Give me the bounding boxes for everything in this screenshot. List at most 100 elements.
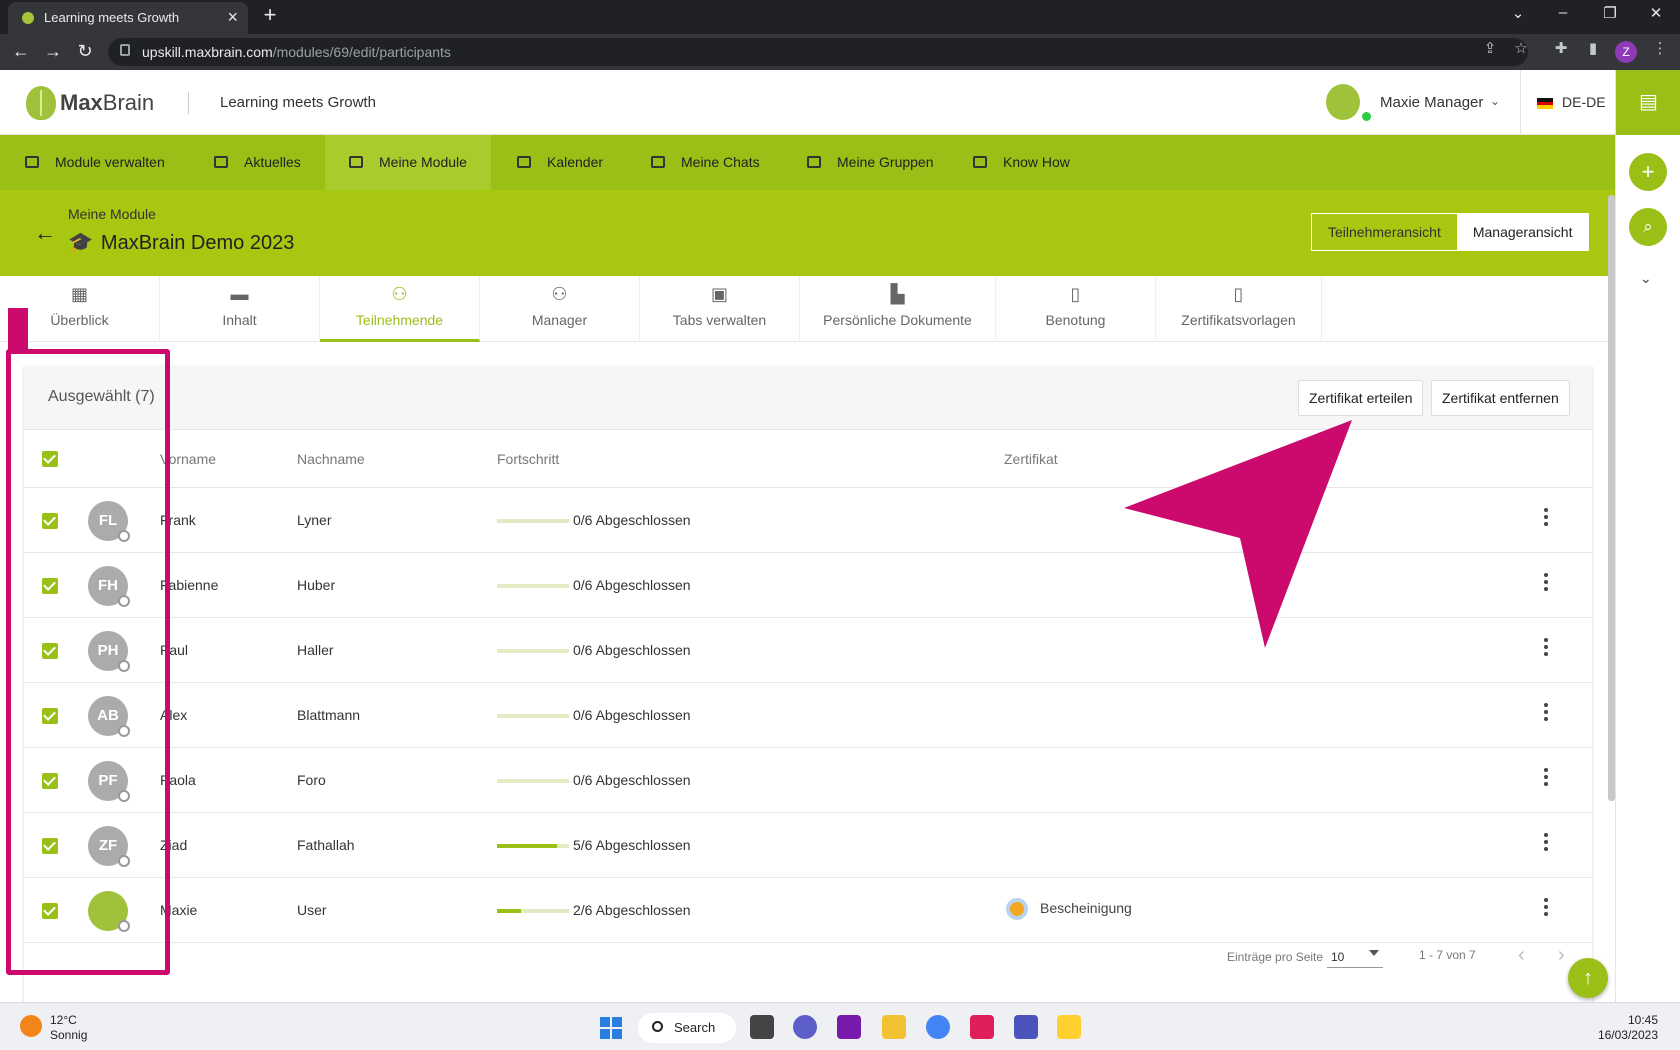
taskbar-search[interactable]: Search (638, 1013, 736, 1043)
reload-icon[interactable]: ↻ (74, 41, 96, 62)
column-fortschritt[interactable]: Fortschritt (497, 451, 559, 467)
browser-tab-title: Learning meets Growth (44, 10, 180, 25)
user-menu[interactable]: Maxie Manager (1380, 94, 1483, 111)
table-row[interactable]: FH Fabienne Huber 0/6 Abgeschlossen (24, 553, 1592, 618)
row-menu-icon[interactable] (1543, 768, 1549, 790)
certificate-link[interactable]: Bescheinigung (1040, 900, 1132, 916)
last-name: User (297, 902, 327, 918)
chrome-icon[interactable] (926, 1015, 950, 1039)
row-menu-icon[interactable] (1543, 508, 1549, 530)
table-row[interactable]: PF Paola Foro 0/6 Abgeschlossen (24, 748, 1592, 813)
user-avatar[interactable] (1326, 84, 1360, 120)
page-scrollbar[interactable] (1608, 195, 1615, 801)
chevron-down-icon[interactable]: ⌄ (1640, 270, 1652, 287)
tab-search-icon[interactable]: ⌄ (1508, 4, 1528, 22)
table-row[interactable]: ZF Ziad Fathallah 5/6 Abgeschlossen (24, 813, 1592, 878)
row-menu-icon[interactable] (1543, 898, 1549, 920)
teams-icon[interactable] (1014, 1015, 1038, 1039)
back-icon[interactable]: ← (10, 41, 32, 62)
breadcrumb[interactable]: Meine Module (68, 206, 156, 222)
progress-text: 2/6 Abgeschlossen (573, 902, 691, 918)
windows-start-icon[interactable] (600, 1017, 622, 1039)
miro-icon[interactable] (1057, 1015, 1081, 1039)
onenote-icon[interactable] (837, 1015, 861, 1039)
table-row[interactable]: AB Alex Blattmann 0/6 Abgeschlossen (24, 683, 1592, 748)
remove-certificate-button[interactable]: Zertifikat entfernen (1431, 380, 1570, 416)
chat-icon[interactable]: ▤ (1616, 70, 1680, 135)
meet-icon[interactable] (793, 1015, 817, 1039)
column-nachname[interactable]: Nachname (297, 451, 365, 467)
minimize-icon[interactable]: – (1553, 4, 1573, 21)
row-menu-icon[interactable] (1543, 703, 1549, 725)
nav-kalender[interactable]: Kalender (517, 135, 603, 190)
chrome-menu-icon[interactable]: ⋮ (1650, 39, 1670, 57)
slack-icon[interactable] (970, 1015, 994, 1039)
nav-meine-chats[interactable]: Meine Chats (651, 135, 760, 190)
tab-manager[interactable]: ⚇ Manager (480, 276, 640, 342)
file-explorer-icon[interactable] (882, 1015, 906, 1039)
group-icon (807, 155, 821, 168)
annotation-marker (8, 308, 28, 352)
tab-inhalt[interactable]: ▬ Inhalt (160, 276, 320, 342)
forward-icon[interactable]: → (42, 41, 64, 62)
bookmark-star-icon[interactable]: ☆ (1511, 39, 1531, 57)
language-selector[interactable]: DE-DE (1562, 94, 1606, 110)
graduation-cap-icon: 🎓 (68, 232, 93, 254)
book-icon (973, 155, 987, 168)
column-zertifikat[interactable]: Zertifikat (1004, 451, 1058, 467)
row-menu-icon[interactable] (1543, 573, 1549, 595)
tab-benotung[interactable]: ▯ Benotung (996, 276, 1156, 342)
chevron-down-icon[interactable]: ⌄ (1490, 94, 1500, 108)
next-page-icon[interactable]: › (1558, 944, 1565, 967)
table-row[interactable]: Maxie User 2/6 Abgeschlossen Bescheinigung (24, 878, 1592, 943)
add-button[interactable]: + (1629, 153, 1667, 191)
nav-meine-module[interactable]: Meine Module (325, 135, 491, 190)
back-arrow-icon[interactable]: ← (34, 220, 56, 246)
table-row[interactable]: FL Frank Lyner 0/6 Abgeschlossen (24, 488, 1592, 553)
progress-bar (497, 714, 569, 718)
tagline: Learning meets Growth (220, 94, 376, 111)
brand-logo[interactable]: MaxBrain (60, 90, 154, 116)
side-panel-icon[interactable]: ▮ (1583, 39, 1603, 57)
last-name: Lyner (297, 512, 332, 528)
url-input[interactable]: upskill.maxbrain.com/modules/69/edit/par… (108, 38, 1528, 66)
progress-text: 0/6 Abgeschlossen (573, 642, 691, 658)
weather-widget[interactable]: 12°C Sonnig (50, 1013, 87, 1043)
table-row[interactable]: PH Paul Haller 0/6 Abgeschlossen (24, 618, 1592, 683)
tab-zertifikatsvorlagen[interactable]: ▯ Zertifikatsvorlagen (1156, 276, 1322, 342)
per-page-select[interactable]: 10 (1327, 944, 1383, 968)
close-window-icon[interactable]: ✕ (1646, 4, 1666, 22)
scroll-to-top-button[interactable]: ↑ (1568, 958, 1608, 998)
issue-certificate-button[interactable]: Zertifikat erteilen (1298, 380, 1424, 416)
nav-meine-gruppen[interactable]: Meine Gruppen (807, 135, 934, 190)
tab-tabs-verwalten[interactable]: ▣ Tabs verwalten (640, 276, 800, 342)
close-tab-icon[interactable]: × (227, 7, 238, 28)
task-view-icon[interactable] (750, 1015, 774, 1039)
tab-teilnehmende[interactable]: ⚇ Teilnehmende (320, 276, 480, 342)
progress-text: 0/6 Abgeschlossen (573, 512, 691, 528)
row-menu-icon[interactable] (1543, 638, 1549, 660)
brain-logo-icon (26, 86, 56, 120)
main-nav: Module verwalten Aktuelles Meine Module … (0, 135, 1615, 190)
row-menu-icon[interactable] (1543, 833, 1549, 855)
new-tab-button[interactable]: + (258, 4, 282, 28)
progress-bar (497, 844, 569, 848)
tab-persoenliche-dokumente[interactable]: ▙ Persönliche Dokumente (800, 276, 996, 342)
nav-know-how[interactable]: Know How (973, 135, 1070, 190)
module-header: ← Meine Module 🎓 MaxBrain Demo 2023 Teiln… (0, 190, 1615, 276)
search-icon[interactable]: ⌕ (1629, 208, 1667, 246)
restore-icon[interactable]: ❐ (1600, 4, 1620, 22)
browser-tab[interactable]: Learning meets Growth × (8, 2, 248, 34)
participant-view-button[interactable]: Teilnehmeransicht (1312, 214, 1457, 250)
profile-avatar[interactable]: Z (1615, 41, 1637, 63)
right-rail: ▤ + ⌕ ⌄ (1615, 70, 1680, 1002)
manager-view-button[interactable]: Manageransicht (1456, 214, 1589, 250)
progress-bar (497, 909, 569, 913)
share-icon[interactable]: ⇪ (1480, 39, 1500, 57)
extensions-icon[interactable]: ✚ (1551, 39, 1571, 57)
system-clock[interactable]: 10:45 16/03/2023 (1590, 1013, 1658, 1043)
nav-aktuelles[interactable]: Aktuelles (214, 135, 301, 190)
sun-icon[interactable] (20, 1015, 42, 1037)
nav-module-verwalten[interactable]: Module verwalten (25, 135, 165, 190)
prev-page-icon[interactable]: ‹ (1518, 944, 1525, 967)
